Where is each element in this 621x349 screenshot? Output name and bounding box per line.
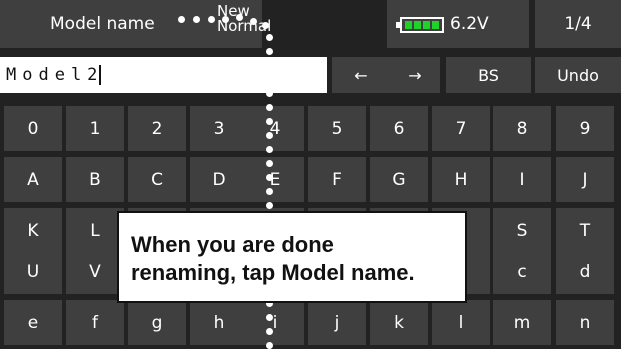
key-4-1[interactable]: f: [66, 300, 124, 345]
guide-dot: [266, 62, 273, 69]
cursor-left-button[interactable]: ←: [332, 57, 390, 93]
key-4-9[interactable]: n: [556, 300, 614, 345]
key-1-3[interactable]: D: [190, 157, 248, 202]
key-1-6[interactable]: G: [370, 157, 428, 202]
key-2-9[interactable]: T: [556, 208, 614, 253]
guide-dot: [262, 22, 269, 29]
guide-dot: [250, 18, 257, 25]
key-3-9[interactable]: d: [556, 249, 614, 294]
key-3-8[interactable]: c: [493, 249, 551, 294]
key-0-8[interactable]: 8: [493, 106, 551, 151]
undo-button[interactable]: Undo: [535, 57, 621, 93]
model-name-value: Model2: [6, 65, 104, 85]
key-2-0[interactable]: K: [4, 208, 62, 253]
key-1-7[interactable]: H: [432, 157, 490, 202]
key-1-1[interactable]: B: [66, 157, 124, 202]
key-4-6[interactable]: k: [370, 300, 428, 345]
key-4-5[interactable]: j: [308, 300, 366, 345]
key-0-7[interactable]: 7: [432, 106, 490, 151]
key-0-5[interactable]: 5: [308, 106, 366, 151]
key-2-1[interactable]: L: [66, 208, 124, 253]
model-name-input[interactable]: Model2: [0, 57, 327, 93]
guide-dot: [193, 16, 200, 23]
key-0-9[interactable]: 9: [556, 106, 614, 151]
guide-dot: [266, 132, 273, 139]
battery-icon: [396, 17, 444, 33]
key-1-8[interactable]: I: [493, 157, 551, 202]
guide-dot: [266, 104, 273, 111]
guide-dot: [266, 328, 273, 335]
model-name-label: Model name: [50, 14, 155, 34]
guide-dot: [266, 202, 273, 209]
key-4-2[interactable]: g: [128, 300, 186, 345]
key-1-4[interactable]: E: [246, 157, 304, 202]
guide-dot: [266, 76, 273, 83]
key-0-2[interactable]: 2: [128, 106, 186, 151]
key-4-4[interactable]: i: [246, 300, 304, 345]
guide-dot: [178, 16, 185, 23]
backspace-button[interactable]: BS: [446, 57, 531, 93]
guide-dot: [222, 16, 229, 23]
key-1-0[interactable]: A: [4, 157, 62, 202]
cursor-right-button[interactable]: →: [390, 57, 440, 93]
key-0-4[interactable]: 4: [246, 106, 304, 151]
guide-dot: [266, 314, 273, 321]
guide-dot: [266, 160, 273, 167]
key-1-9[interactable]: J: [556, 157, 614, 202]
key-0-1[interactable]: 1: [66, 106, 124, 151]
key-3-0[interactable]: U: [4, 249, 62, 294]
guide-dot: [236, 14, 243, 21]
instruction-callout: When you are done renaming, tap Model na…: [117, 211, 467, 303]
battery-voltage: 6.2V: [450, 14, 489, 34]
guide-dot: [266, 188, 273, 195]
key-4-8[interactable]: m: [493, 300, 551, 345]
guide-dot: [208, 16, 215, 23]
guide-dot: [266, 174, 273, 181]
key-0-3[interactable]: 3: [190, 106, 248, 151]
key-1-5[interactable]: F: [308, 157, 366, 202]
guide-dot: [266, 90, 273, 97]
guide-dot: [266, 146, 273, 153]
key-2-8[interactable]: S: [493, 208, 551, 253]
key-0-6[interactable]: 6: [370, 106, 428, 151]
battery-status: 6.2V: [387, 0, 529, 48]
key-3-1[interactable]: V: [66, 249, 124, 294]
guide-dot: [266, 118, 273, 125]
guide-dot: [266, 48, 273, 55]
key-4-7[interactable]: l: [432, 300, 490, 345]
callout-line-2: renaming, tap Model name.: [131, 260, 415, 285]
callout-line-1: When you are done: [131, 232, 334, 257]
text-caret: [99, 65, 102, 85]
page-indicator-button[interactable]: 1/4: [535, 0, 621, 48]
key-4-3[interactable]: h: [190, 300, 248, 345]
guide-dot: [266, 34, 273, 41]
key-1-2[interactable]: C: [128, 157, 186, 202]
key-4-0[interactable]: e: [4, 300, 62, 345]
key-0-0[interactable]: 0: [4, 106, 62, 151]
guide-dot: [266, 342, 273, 349]
